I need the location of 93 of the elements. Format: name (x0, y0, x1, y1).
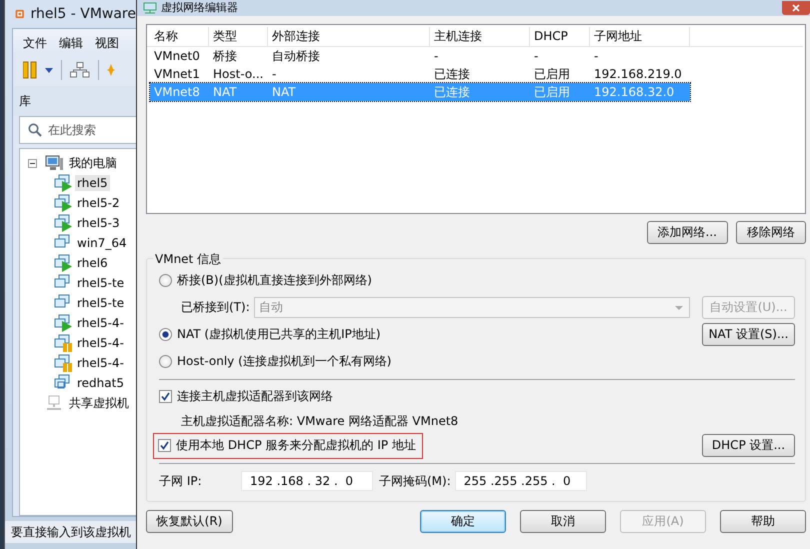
table-cell-text: 192.168.32.0 (593, 85, 676, 99)
dialog-button[interactable]: 确定 (420, 510, 506, 533)
table-cell-text: Host-o... (212, 67, 264, 81)
dialog-title: 虚拟网络编辑器 (161, 2, 238, 14)
status-bar: 要直接输入到该虚拟机 (5, 521, 136, 543)
radio-label[interactable]: Host-only (连接虚拟机到一个私有网络) (177, 353, 392, 370)
table-cell-text: 自动桥接 (271, 48, 321, 64)
adapter-name-label: 主机虚拟适配器名称: VMware 网络适配器 VMnet8 (180, 413, 460, 430)
tree-item[interactable]: redhat5 (75, 375, 126, 391)
computer-icon (45, 395, 63, 411)
search-icon (28, 123, 42, 137)
dialog-button[interactable]: 帮助 (720, 510, 806, 533)
caret-icon (45, 68, 53, 72)
table-cell-text: - (533, 49, 540, 63)
search-box[interactable]: 在此搜索 (19, 116, 136, 144)
column-header[interactable]: 类型 (209, 27, 268, 46)
ip-address-field[interactable]: 192 .168 . 32 . 0 (241, 471, 373, 491)
table-cell-text: 桥接 (212, 48, 238, 64)
tree-item[interactable]: win7_64 (75, 235, 129, 251)
table-cell-text: - (593, 49, 600, 63)
table-cell-text: 已启用 (533, 84, 571, 100)
close-button[interactable] (782, 1, 810, 15)
network-button[interactable]: 移除网络 (736, 221, 806, 244)
search-field[interactable]: 在此搜索 (48, 123, 128, 137)
collapse-toggle[interactable] (28, 158, 37, 168)
vm-play-icon (54, 194, 72, 212)
subnet-mask-field[interactable]: 255 .255 .255 . 0 (454, 471, 587, 491)
check-icon (161, 392, 170, 401)
settings-button[interactable]: NAT 设置(S)... (702, 323, 795, 346)
window-title: rhel5 - VMware (30, 6, 136, 22)
vm-play-icon (54, 214, 72, 232)
column-header[interactable]: 子网地址 (590, 27, 690, 46)
checkbox[interactable] (158, 439, 171, 452)
table-cell-text: 已连接 (433, 84, 471, 100)
tree-item[interactable]: rhel5 (75, 175, 110, 191)
vm-pause-icon (54, 334, 72, 352)
table-cell-text: - (271, 67, 278, 81)
radio-label[interactable]: 桥接(B)(虚拟机直接连接到外部网络) (177, 272, 372, 289)
column-header[interactable]: 主机连接 (430, 27, 530, 46)
tree-item[interactable]: rhel5-te (75, 275, 126, 291)
tree-item[interactable]: 我的电脑 (67, 154, 119, 172)
library-label: 库 (13, 86, 136, 116)
vm-pause-icon (54, 354, 72, 372)
vm-play-icon (54, 314, 72, 332)
table-cell-text: 192.168.219.0 (593, 67, 683, 81)
tree-item[interactable]: rhel5-4- (75, 335, 126, 351)
tree-item[interactable]: 共享虚拟机 (67, 394, 131, 412)
table-cell-text: VMnet1 (153, 67, 201, 81)
table-cell-text: VMnet8 (153, 85, 201, 99)
tree-item[interactable]: rhel5-4- (75, 315, 126, 331)
vm-play-icon (54, 174, 72, 192)
menu-item[interactable]: 文件 (23, 35, 47, 52)
field-label: 已桥接到(T): (181, 299, 250, 316)
tree-item[interactable]: rhel5-3 (75, 215, 122, 231)
group-title: VMnet 信息 (153, 251, 224, 268)
tree-item[interactable]: rhel6 (75, 255, 110, 271)
table-cell-text: NAT (212, 85, 238, 99)
caret-icon (675, 306, 683, 310)
checkbox[interactable] (159, 390, 172, 403)
network-button[interactable]: 添加网络... (646, 221, 728, 244)
table-cell-text: - (433, 49, 440, 63)
check-icon (160, 441, 169, 450)
computer-icon (45, 155, 63, 171)
table-cell-text: 已启用 (533, 66, 571, 82)
table-cell-text: VMnet0 (153, 49, 201, 63)
tree-item[interactable]: rhel5-4- (75, 355, 126, 371)
close-icon (792, 4, 800, 12)
checkbox-label[interactable]: 连接主机虚拟适配器到该网络 (177, 388, 333, 405)
checkbox-label[interactable]: 使用本地 DHCP 服务来分配虚拟机的 IP 地址 (176, 437, 416, 454)
radio-label[interactable]: NAT (虚拟机使用已共享的主机IP地址) (177, 326, 381, 343)
table-row[interactable]: VMnet0 桥接 自动桥接 - - - (150, 47, 690, 65)
tree-item[interactable]: rhel5-te (75, 295, 126, 311)
radio-button[interactable] (159, 274, 172, 287)
field-label: 子网掩码(M): (379, 472, 451, 490)
table-row[interactable]: VMnet1 Host-o... - 已连接 已启用 192.168.219.0 (150, 65, 690, 83)
dialog-button[interactable]: 取消 (520, 510, 606, 533)
settings-button[interactable]: DHCP 设置... (702, 434, 795, 457)
tree-item[interactable]: rhel5-2 (75, 195, 122, 211)
radio-button[interactable] (159, 328, 172, 341)
column-header[interactable]: DHCP (530, 27, 590, 46)
star-icon (107, 62, 115, 78)
minus-icon (28, 158, 37, 168)
pause-icon (23, 61, 37, 79)
column-header[interactable]: 外部连接 (268, 27, 430, 46)
radio-button[interactable] (159, 355, 172, 368)
column-header[interactable]: 名称 (150, 27, 209, 46)
menu-item[interactable]: 视图 (95, 35, 119, 52)
table-cell-text: 已连接 (433, 66, 471, 82)
table-cell-text: NAT (271, 85, 297, 99)
field-label: 子网 IP: (159, 472, 203, 490)
dialog-button[interactable]: 恢复默认(R) (146, 510, 233, 533)
menu-item[interactable]: 编辑 (59, 35, 83, 52)
vm-play-icon (54, 254, 72, 272)
